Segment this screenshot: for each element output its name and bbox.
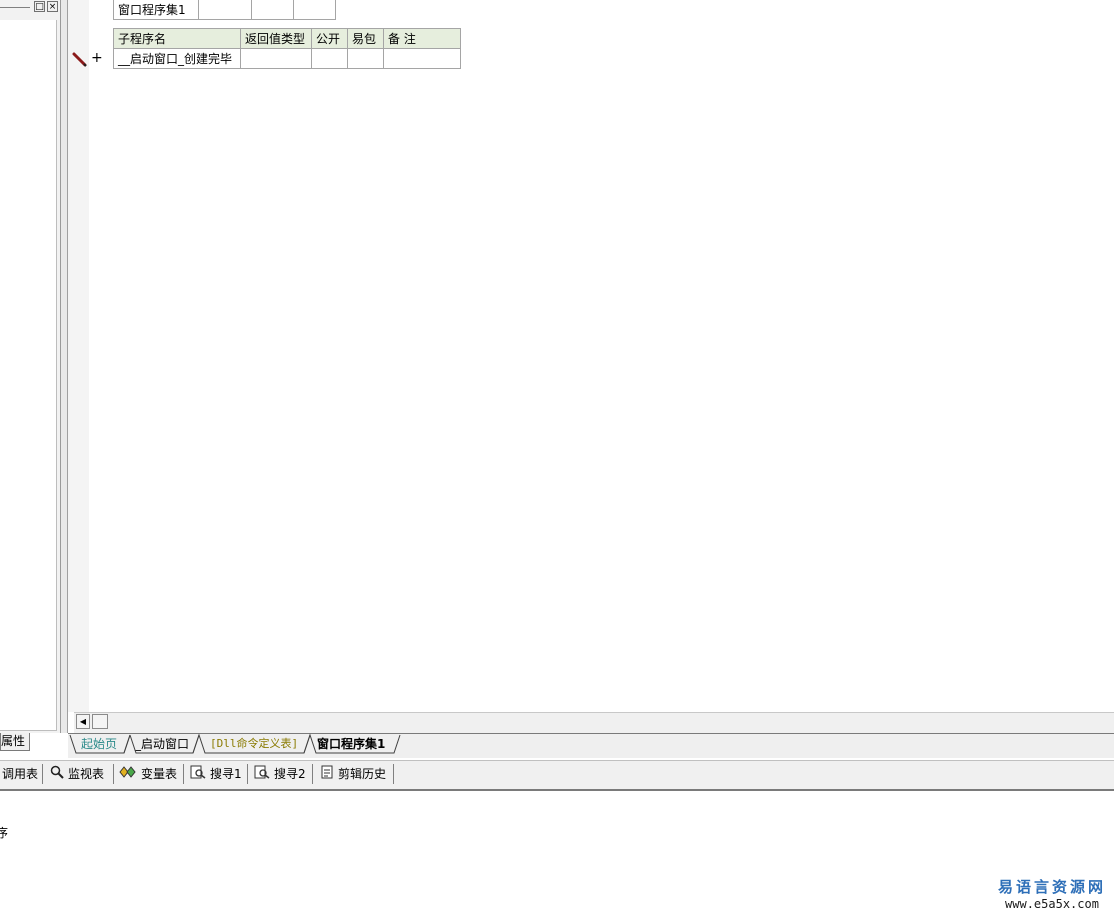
column-header-remark: 备 注 — [383, 28, 461, 49]
site-watermark: 易语言资源网 www.e5a5x.com — [998, 876, 1106, 911]
editor-gutter — [68, 0, 89, 712]
search-doc-icon — [190, 765, 206, 783]
restore-button[interactable]: □ — [34, 1, 45, 12]
magnifier-icon — [50, 765, 64, 783]
program-set-table: 窗口程序集1 — [113, 0, 336, 20]
toolbar-label: 剪辑历史 — [338, 767, 387, 781]
toolbar-label: 调用表 — [2, 767, 39, 781]
tab-dividers — [69, 733, 401, 754]
variable-table-button[interactable]: 变量表 — [119, 766, 177, 782]
pencil-icon — [72, 52, 88, 68]
program-set-cell[interactable] — [251, 0, 294, 20]
close-button[interactable]: × — [47, 1, 58, 12]
call-table-button[interactable]: 调用表 — [2, 766, 38, 782]
subroutine-table: 子程序名 返回值类型 公开 易包 备 注 __启动窗口_创建完毕 — [113, 28, 461, 69]
search1-button[interactable]: 搜寻1 — [190, 765, 242, 783]
program-set-cell[interactable] — [198, 0, 252, 20]
toolbar-label: 监视表 — [68, 767, 105, 781]
left-panel-title-line — [0, 7, 30, 8]
watermark-name: 易语言资源网 — [997, 878, 1106, 896]
toolbar-separator — [393, 764, 394, 784]
toolbar-separator — [42, 764, 43, 784]
output-text: 序 — [0, 826, 9, 840]
toolbar-separator — [183, 764, 184, 784]
expand-icon[interactable]: + — [91, 50, 103, 66]
remark-cell[interactable] — [383, 48, 461, 69]
return-type-cell[interactable] — [240, 48, 312, 69]
horizontal-scrollbar[interactable] — [74, 712, 1114, 733]
scroll-left-arrow-icon[interactable]: ◀ — [76, 714, 90, 729]
left-panel-content[interactable] — [0, 20, 57, 731]
column-header-package: 易包 — [347, 28, 384, 49]
toolbar-label: 搜寻1 — [210, 767, 242, 781]
panel-splitter[interactable] — [61, 0, 68, 733]
tab-properties[interactable]: 属性 — [0, 733, 30, 751]
watermark-url: www.e5a5x.com — [1005, 897, 1099, 911]
watch-table-button[interactable]: 监视表 — [50, 765, 105, 783]
search2-button[interactable]: 搜寻2 — [254, 765, 306, 783]
output-panel[interactable] — [0, 791, 1114, 914]
package-cell[interactable] — [347, 48, 384, 69]
clipboard-icon — [320, 765, 334, 783]
program-set-name[interactable]: 窗口程序集1 — [113, 0, 199, 20]
toolbar-separator — [247, 764, 248, 784]
toolbar-label: 搜寻2 — [274, 767, 306, 781]
column-header-name: 子程序名 — [113, 28, 241, 49]
variables-icon — [119, 765, 137, 783]
column-header-return-type: 返回值类型 — [240, 28, 312, 49]
column-header-public: 公开 — [311, 28, 348, 49]
program-set-cell[interactable] — [293, 0, 336, 20]
scroll-thumb[interactable] — [92, 714, 108, 729]
search-doc-icon — [254, 765, 270, 783]
toolbar-label: 变量表 — [141, 767, 178, 781]
public-cell[interactable] — [311, 48, 348, 69]
subroutine-name-cell[interactable]: __启动窗口_创建完毕 — [113, 48, 241, 69]
toolbar-separator — [113, 764, 114, 784]
clip-history-button[interactable]: 剪辑历史 — [320, 765, 387, 783]
toolbar-separator — [312, 764, 313, 784]
